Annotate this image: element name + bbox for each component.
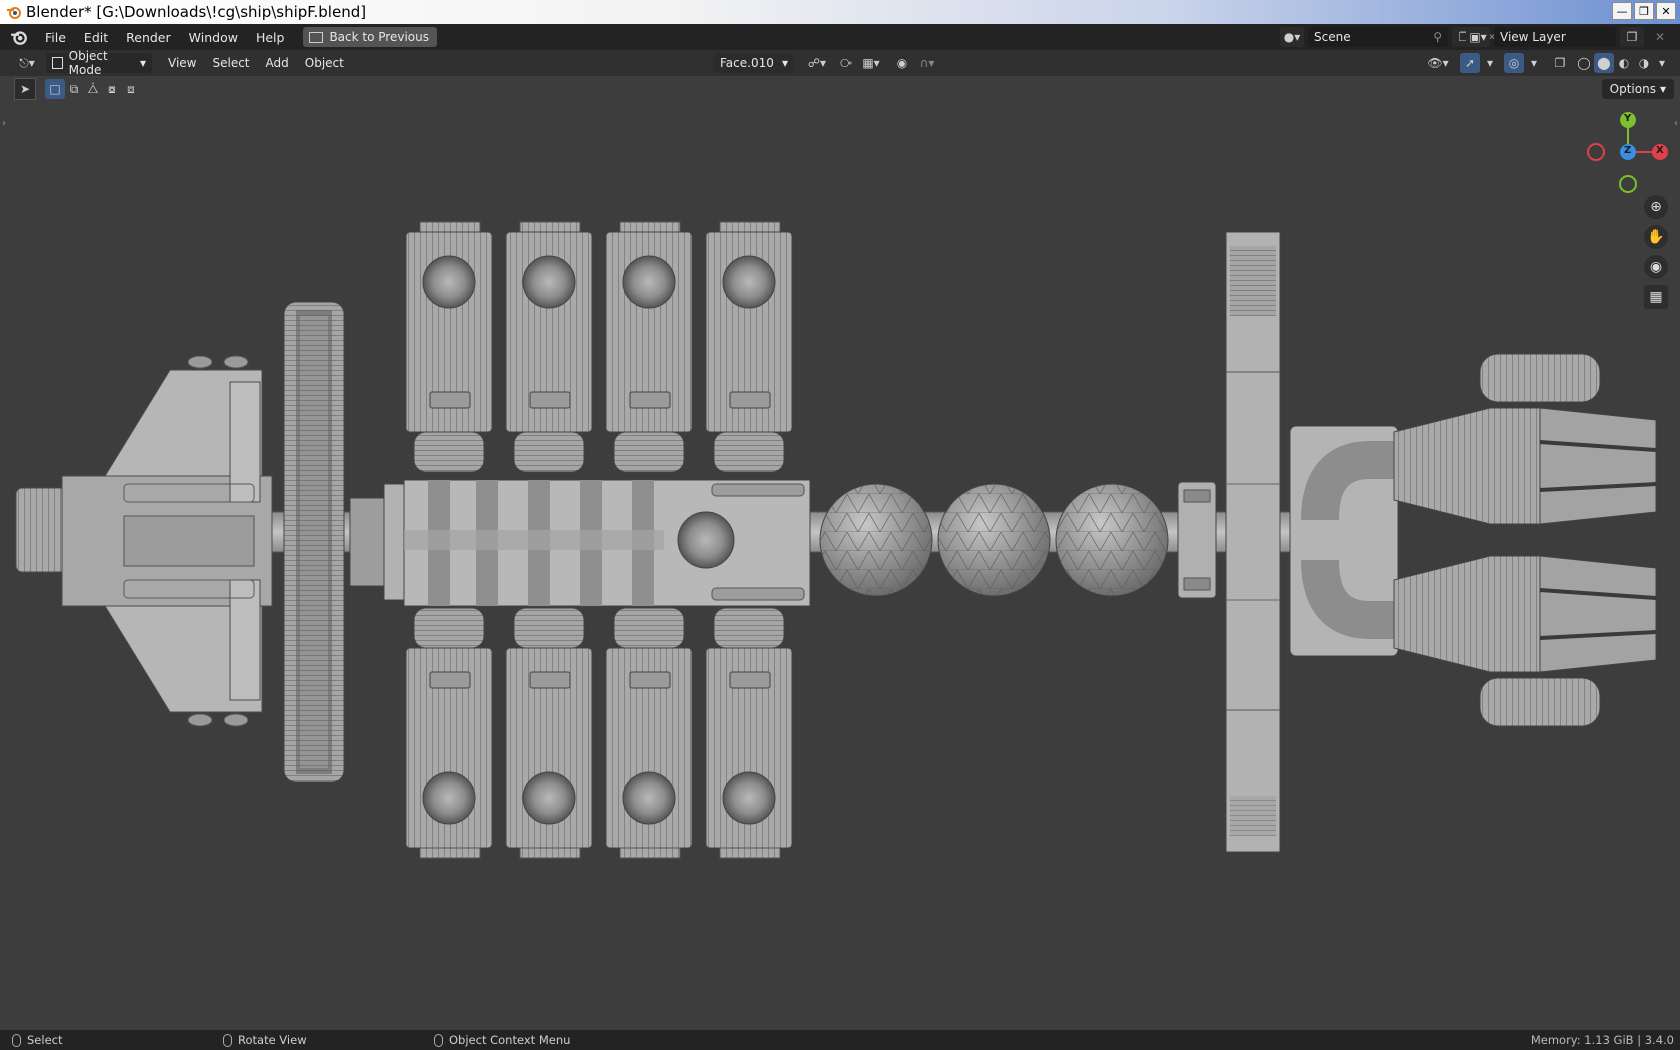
ship-nose[interactable] <box>15 355 273 727</box>
upper-pods[interactable] <box>405 221 793 473</box>
left-ring[interactable] <box>283 301 345 783</box>
pan-hand-icon[interactable]: ✋ <box>1644 225 1668 249</box>
status-bar: Select Rotate View Object Context Menu M… <box>0 1030 1680 1050</box>
status-select-label: Select <box>27 1033 63 1047</box>
hub-section[interactable] <box>349 479 811 607</box>
gizmo-z-label: Z <box>1624 145 1632 156</box>
mouse-left-icon <box>12 1033 21 1047</box>
lower-pods[interactable] <box>405 607 793 859</box>
mouse-right-icon <box>434 1033 443 1047</box>
spaceship-model[interactable] <box>15 221 1657 859</box>
engine-block[interactable] <box>1289 353 1657 727</box>
memory-readout: Memory: 1.13 GiB | 3.4.0 <box>1530 1033 1674 1047</box>
camera-view-icon[interactable]: ◉ <box>1644 255 1668 279</box>
gizmo-y-label: Y <box>1624 113 1632 124</box>
zoom-icon[interactable]: ⊕ <box>1644 195 1668 219</box>
viewport-3d[interactable] <box>0 0 1680 1030</box>
geodesic-spheres[interactable] <box>819 483 1169 597</box>
gizmo-x-label: X <box>1656 145 1664 156</box>
sidebar-expand-icon[interactable]: ‹ <box>1674 118 1678 129</box>
status-context-label: Object Context Menu <box>449 1033 571 1047</box>
mouse-middle-icon <box>223 1033 232 1047</box>
perspective-grid-icon[interactable]: ▦ <box>1644 285 1668 309</box>
right-ring[interactable] <box>1225 231 1281 853</box>
toolbar-expand-icon[interactable]: › <box>2 118 6 129</box>
status-rotate-label: Rotate View <box>238 1033 307 1047</box>
